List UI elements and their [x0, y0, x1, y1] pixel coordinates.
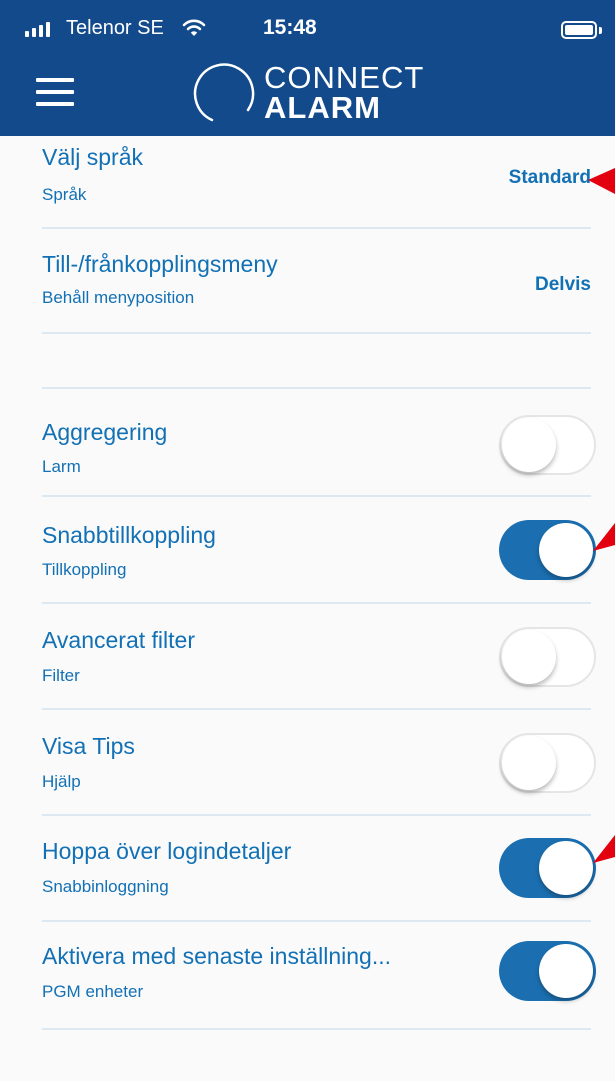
activate-last-toggle[interactable] — [499, 941, 596, 1001]
advanced-filter-toggle[interactable] — [499, 627, 596, 687]
toggle-knob — [539, 523, 593, 577]
setting-skip-login: Hoppa över logindetaljer Snabbinloggning — [0, 816, 615, 922]
toggle-knob — [539, 841, 593, 895]
annotation-arrow-icon — [593, 523, 615, 551]
setting-subtitle: PGM enheter — [42, 982, 144, 1001]
status-bar: Telenor SE 15:48 — [0, 0, 615, 44]
setting-title: Visa Tips — [42, 733, 135, 759]
toggle-knob — [502, 736, 556, 790]
hamburger-menu-icon[interactable] — [36, 78, 76, 108]
battery-icon — [561, 21, 597, 39]
setting-quick-arm: Snabbtillkoppling Tillkoppling — [0, 497, 615, 603]
setting-advanced-filter: Avancerat filter Filter — [0, 604, 615, 710]
setting-title: Aktivera med senaste inställning... — [42, 943, 392, 969]
quick-arm-toggle[interactable] — [499, 520, 596, 580]
setting-title: Aggregering — [42, 419, 168, 445]
app-header: Telenor SE 15:48 CONNECT ALARM — [0, 0, 615, 136]
carrier-name: Telenor SE — [66, 17, 164, 39]
aggregation-toggle[interactable] — [499, 415, 596, 475]
signal-strength-icon — [25, 22, 50, 37]
setting-title: Snabbtillkoppling — [42, 522, 216, 548]
setting-title: Avancerat filter — [42, 627, 195, 653]
toggle-knob — [539, 944, 593, 998]
setting-subtitle: Larm — [42, 457, 81, 476]
setting-subtitle: Behåll menyposition — [42, 288, 195, 307]
setting-aggregation: Aggregering Larm — [0, 389, 615, 495]
arm-menu-value[interactable]: Delvis — [535, 274, 591, 296]
language-value[interactable]: Standard — [509, 167, 591, 189]
skip-login-toggle[interactable] — [499, 838, 596, 898]
setting-title: Välj språk — [42, 144, 143, 170]
logo-ring-icon — [193, 63, 255, 122]
setting-language[interactable]: Välj språk Språk Standard — [0, 136, 615, 228]
divider — [42, 332, 591, 334]
setting-arm-menu[interactable]: Till-/frånkopplingsmeny Behåll menyposit… — [0, 229, 615, 332]
toggle-knob — [502, 418, 556, 472]
connect-alarm-logo: CONNECT ALARM — [188, 56, 448, 126]
wifi-icon — [182, 18, 206, 43]
status-time: 15:48 — [263, 16, 317, 39]
setting-show-tips: Visa Tips Hjälp — [0, 710, 615, 814]
setting-subtitle: Filter — [42, 666, 80, 685]
setting-activate-last: Aktivera med senaste inställning... PGM … — [0, 922, 615, 1028]
setting-subtitle: Hjälp — [42, 772, 81, 791]
toggle-knob — [502, 630, 556, 684]
divider — [42, 1028, 591, 1030]
annotation-arrow-icon — [593, 835, 615, 863]
show-tips-toggle[interactable] — [499, 733, 596, 793]
battery-tip — [599, 27, 602, 34]
setting-title: Till-/frånkopplingsmeny — [42, 251, 278, 277]
setting-subtitle: Språk — [42, 185, 87, 204]
setting-subtitle: Tillkoppling — [42, 560, 127, 579]
setting-subtitle: Snabbinloggning — [42, 877, 169, 896]
setting-title: Hoppa över logindetaljer — [42, 838, 292, 864]
logo-text-alarm: ALARM — [264, 90, 381, 125]
annotation-arrow-icon — [588, 168, 615, 194]
